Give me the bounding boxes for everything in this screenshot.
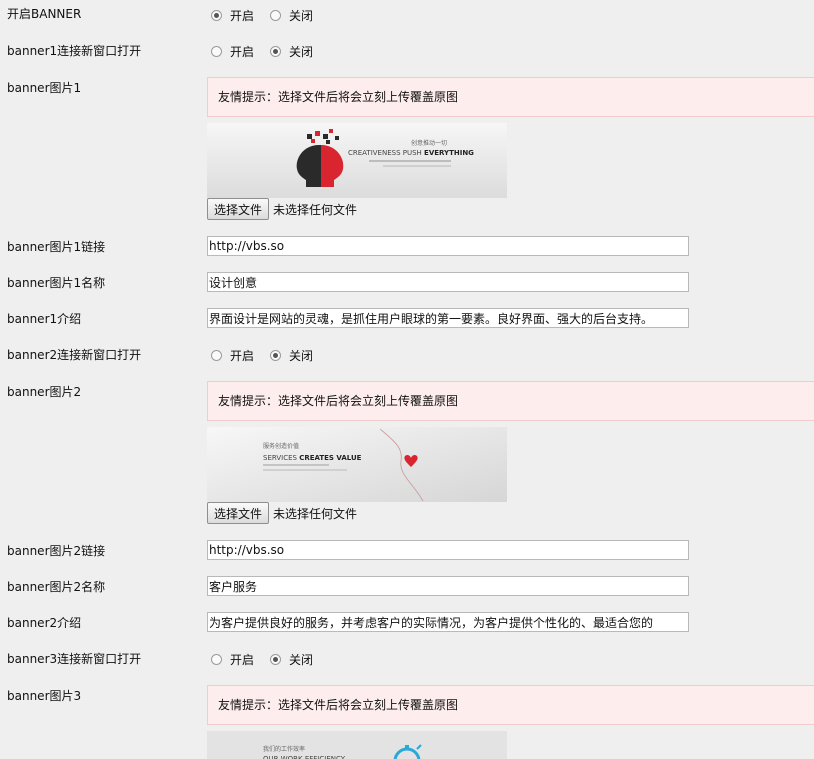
- banner3-image-label: banner图片3: [7, 689, 82, 703]
- banner2-new-window-group: 开启 关闭: [211, 347, 329, 364]
- banner2-image-label: banner图片2: [7, 385, 82, 399]
- banner-off-text: 关闭: [289, 9, 314, 23]
- svg-text:SERVICES CREATES VALUE: SERVICES CREATES VALUE: [263, 454, 362, 462]
- banner-off-option[interactable]: 关闭: [270, 7, 313, 24]
- banner1-name-input[interactable]: [207, 272, 689, 292]
- banner3-image: 我们的工作效率 OUR WORK EFFICIENCY: [207, 731, 507, 759]
- banner2-new-window-off-text: 关闭: [289, 349, 314, 363]
- banner2-name-input[interactable]: [207, 576, 689, 596]
- banner-toggle-label: 开启BANNER: [7, 7, 82, 21]
- banner1-intro-input[interactable]: [207, 308, 689, 328]
- banner-on-radio[interactable]: [211, 10, 222, 21]
- banner1-file-status: 未选择任何文件: [273, 202, 358, 217]
- banner-on-text: 开启: [230, 9, 255, 23]
- banner1-intro-label: banner1介绍: [7, 312, 82, 326]
- banner2-name-label: banner图片2名称: [7, 580, 106, 594]
- banner2-upload-notice: 友情提示：选择文件后将会立刻上传覆盖原图: [207, 381, 814, 421]
- banner1-new-window-off-text: 关闭: [289, 45, 314, 59]
- banner2-intro-label: banner2介绍: [7, 616, 82, 630]
- banner1-new-window-group: 开启 关闭: [211, 43, 329, 60]
- banner3-new-window-on-radio[interactable]: [211, 654, 222, 665]
- banner3-new-window-on-option[interactable]: 开启: [211, 651, 254, 668]
- banner2-new-window-label: banner2连接新窗口打开: [7, 348, 142, 362]
- banner2-new-window-on-option[interactable]: 开启: [211, 347, 254, 364]
- banner-off-radio[interactable]: [270, 10, 282, 21]
- banner1-link-label: banner图片1链接: [7, 240, 106, 254]
- banner1-file-row: 选择文件 未选择任何文件: [207, 198, 357, 220]
- banner1-new-window-on-option[interactable]: 开启: [211, 43, 254, 60]
- banner1-name-label: banner图片1名称: [7, 276, 106, 290]
- banner3-upload-notice: 友情提示：选择文件后将会立刻上传覆盖原图: [207, 685, 814, 725]
- banner3-new-window-off-text: 关闭: [289, 653, 314, 667]
- banner-on-option[interactable]: 开启: [211, 7, 254, 24]
- banner2-file-row: 选择文件 未选择任何文件: [207, 502, 357, 524]
- banner3-new-window-group: 开启 关闭: [211, 651, 329, 668]
- banner1-new-window-on-text: 开启: [230, 45, 255, 59]
- banner1-image-label: banner图片1: [7, 81, 82, 95]
- banner2-intro-input[interactable]: [207, 612, 689, 632]
- svg-text:CREATIVENESS PUSH EVERYTHING: CREATIVENESS PUSH EVERYTHING: [348, 149, 474, 157]
- banner3-new-window-off-option[interactable]: 关闭: [270, 651, 313, 668]
- banner1-new-window-on-radio[interactable]: [211, 46, 222, 57]
- banner2-new-window-off-radio[interactable]: [270, 350, 282, 361]
- svg-text:OUR WORK EFFICIENCY: OUR WORK EFFICIENCY: [263, 755, 346, 759]
- banner-toggle-group: 开启 关闭: [211, 7, 329, 24]
- banner1-choose-file-button[interactable]: 选择文件: [207, 198, 270, 220]
- svg-text:服务创造价值: 服务创造价值: [263, 442, 299, 450]
- banner2-image: 服务创造价值 SERVICES CREATES VALUE: [207, 427, 507, 502]
- svg-text:我们的工作效率: 我们的工作效率: [263, 745, 305, 753]
- banner1-new-window-off-radio[interactable]: [270, 46, 282, 57]
- banner2-link-label: banner图片2链接: [7, 544, 106, 558]
- banner2-new-window-on-radio[interactable]: [211, 350, 222, 361]
- banner2-new-window-off-option[interactable]: 关闭: [270, 347, 313, 364]
- banner-settings-form: 开启BANNER 开启 关闭 banner1连接新窗口打开 开启 关闭 bann…: [0, 0, 814, 759]
- banner2-new-window-on-text: 开启: [230, 349, 255, 363]
- banner2-choose-file-button[interactable]: 选择文件: [207, 502, 270, 524]
- banner2-link-input[interactable]: [207, 540, 689, 560]
- banner1-link-input[interactable]: [207, 236, 689, 256]
- banner1-upload-notice: 友情提示：选择文件后将会立刻上传覆盖原图: [207, 77, 814, 117]
- banner1-new-window-label: banner1连接新窗口打开: [7, 44, 142, 58]
- banner2-file-status: 未选择任何文件: [273, 506, 358, 521]
- banner3-new-window-label: banner3连接新窗口打开: [7, 652, 142, 666]
- banner3-new-window-off-radio[interactable]: [270, 654, 282, 665]
- banner1-image: 创意推动一切 CREATIVENESS PUSH EVERYTHING: [207, 123, 507, 198]
- banner3-new-window-on-text: 开启: [230, 653, 255, 667]
- banner1-new-window-off-option[interactable]: 关闭: [270, 43, 313, 60]
- svg-text:创意推动一切: 创意推动一切: [411, 139, 447, 147]
